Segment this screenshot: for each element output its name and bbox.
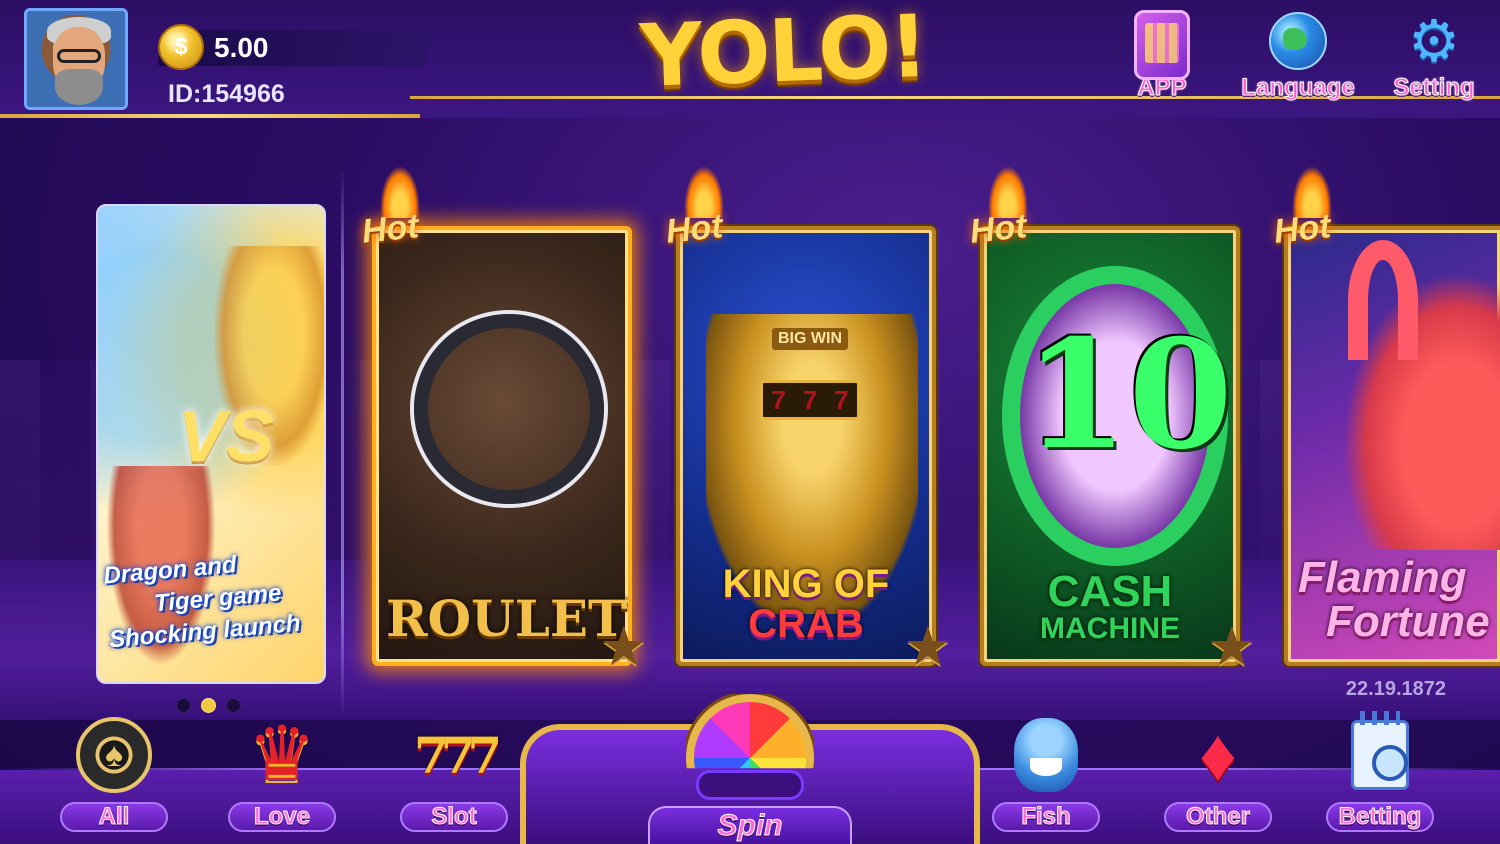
avatar[interactable] [24, 8, 128, 110]
coin-icon: $ [158, 24, 204, 70]
nav-icon-wrap: ♛ [226, 708, 338, 802]
nav-other[interactable]: ♦ Other [1162, 708, 1274, 832]
game-title-line: CRAB [748, 602, 864, 646]
nav-betting[interactable]: Betting [1324, 708, 1436, 832]
nav-fish-label: Fish [992, 802, 1100, 832]
favorite-star-icon[interactable]: ★ [1208, 620, 1256, 674]
avatar-glasses [57, 49, 101, 63]
fortune-wheel-icon [686, 694, 814, 769]
roulette-wheel-icon [414, 314, 604, 504]
game-title: KING OF CRAB [690, 564, 922, 644]
game-card-king-of-crab[interactable]: Hot BIG WIN 7 7 7 KING OF CRAB ★ [664, 166, 952, 674]
hot-badge: Hot [1272, 207, 1333, 251]
nav-icon-wrap: ♦ [1162, 708, 1274, 802]
promo-banner[interactable]: VS Dragon and Tiger game Shocking launch [96, 204, 326, 684]
slot-reels: 7 7 7 [760, 380, 860, 420]
nav-all-label: All [60, 802, 168, 832]
hot-badge: Hot [968, 207, 1029, 251]
crown-icon: ♛ [247, 712, 317, 797]
poker-chip-icon: ♠ [76, 717, 152, 793]
game-title-line: CASH [1047, 567, 1173, 616]
nav-slot[interactable]: 777 Slot [398, 708, 510, 832]
reel-value: 7 [834, 384, 849, 415]
game-card-cash-machine[interactable]: Hot 10 CASH MACHINE ★ [968, 166, 1256, 674]
game-card-flaming-fortune[interactable]: Hot Flaming Fortune [1272, 166, 1500, 668]
banner-caption: Dragon and Tiger game Shocking launch [102, 542, 324, 657]
reel-value: 7 [802, 384, 818, 415]
pagination-dot-active[interactable] [201, 698, 216, 713]
game-title: ROULETTE [386, 589, 628, 648]
nav-fish[interactable]: Fish [990, 708, 1102, 832]
flamingo-neck-illustration [1348, 240, 1418, 360]
nav-slot-label: Slot [400, 802, 508, 832]
triple-seven-icon: 777 [413, 725, 502, 785]
nav-betting-label: Betting [1326, 802, 1434, 832]
yolo-logo: YOLO! [638, 0, 929, 107]
header-divider [0, 114, 420, 118]
big-win-label: BIG WIN [772, 328, 848, 350]
game-title-line: MACHINE [1040, 612, 1180, 645]
game-title-line: Fortune [1326, 597, 1490, 646]
setting-button-label: Setting [1393, 74, 1475, 102]
favorite-star-icon[interactable]: ★ [904, 620, 952, 674]
game-card-roulette[interactable]: Hot ROULETTE ★ [360, 166, 648, 674]
globe-icon [1269, 12, 1327, 70]
nav-icon-wrap [1324, 708, 1436, 802]
wheel-hub [696, 770, 804, 800]
game-card-image: Flaming Fortune [1284, 226, 1500, 666]
nav-icon-wrap [990, 708, 1102, 802]
nav-love[interactable]: ♛ Love [226, 708, 338, 832]
setting-button[interactable]: ⚙ Setting [1374, 6, 1494, 102]
gear-icon: ⚙ [1408, 9, 1460, 74]
ten-number: 10 [1024, 307, 1233, 483]
pagination-dot[interactable] [176, 698, 191, 713]
coin-symbol: $ [174, 33, 188, 60]
language-button-label: Language [1241, 74, 1355, 102]
shark-icon [1014, 718, 1078, 792]
nav-icon-wrap: 777 [398, 708, 510, 802]
nav-other-label: Other [1164, 802, 1272, 832]
nav-icon-wrap: ♠ [58, 708, 170, 802]
game-title-line: KING OF [722, 562, 890, 606]
game-title: Flaming Fortune [1298, 556, 1490, 644]
language-button[interactable]: Language [1236, 6, 1360, 102]
game-card-image: BIG WIN 7 7 7 KING OF CRAB [676, 226, 936, 666]
nav-all[interactable]: ♠ All [58, 708, 170, 832]
vertical-divider [341, 168, 344, 716]
favorite-star-icon[interactable]: ★ [600, 620, 648, 674]
spin-label[interactable]: Spin [648, 806, 852, 844]
hot-badge: Hot [360, 207, 421, 251]
game-card-image: 10 CASH MACHINE [980, 226, 1240, 666]
diamond-icon: ♦ [1199, 713, 1237, 796]
phone-icon [1134, 10, 1190, 80]
version-label: 22.19.1872 [1345, 678, 1446, 700]
app-button[interactable]: APP [1102, 6, 1222, 102]
game-title-line: Flaming [1298, 553, 1467, 602]
game-card-image: ROULETTE [372, 226, 632, 666]
vs-text: VS [178, 397, 275, 477]
balance-amount: 5.00 [214, 32, 269, 63]
avatar-beard [55, 69, 103, 105]
notepad-search-icon [1351, 711, 1409, 790]
game-title: CASH MACHINE [994, 570, 1226, 644]
nav-love-label: Love [228, 802, 336, 832]
reel-value: 7 [771, 384, 786, 415]
user-id: ID:154966 [168, 80, 285, 108]
hot-badge: Hot [664, 207, 725, 251]
